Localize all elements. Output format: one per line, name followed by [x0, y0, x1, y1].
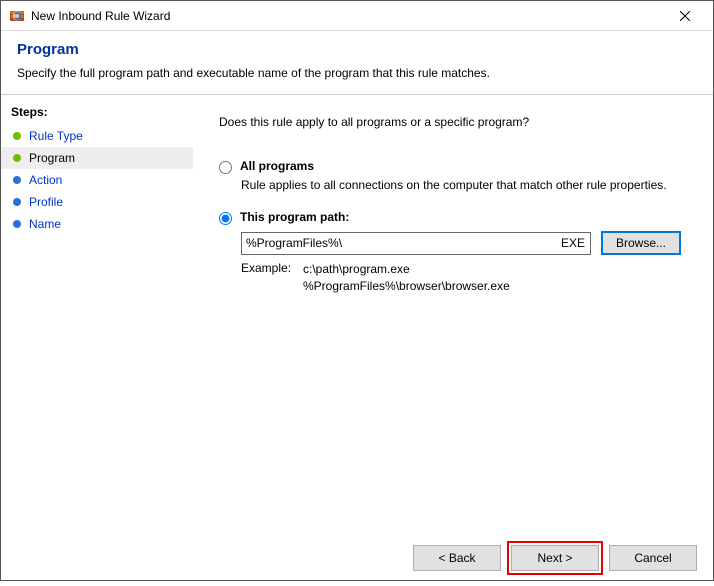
example-path-2: %ProgramFiles%\browser\browser.exe — [303, 278, 510, 295]
option-all-description: Rule applies to all connections on the c… — [241, 178, 695, 192]
page-title: Program — [17, 41, 697, 58]
option-program-path[interactable]: This program path: — [219, 210, 695, 225]
step-label: Name — [29, 217, 61, 231]
radio-label: All programs — [240, 159, 314, 173]
next-button[interactable]: Next > — [511, 545, 599, 571]
close-icon — [680, 11, 690, 21]
example-paths: c:\path\program.exe %ProgramFiles%\brows… — [303, 261, 510, 295]
program-path-row: EXE Browse... — [241, 231, 695, 255]
button-bar: < Back Next > Cancel — [1, 530, 713, 586]
step-label: Rule Type — [29, 129, 83, 143]
titlebar: New Inbound Rule Wizard — [1, 1, 713, 31]
step-profile[interactable]: Profile — [1, 191, 193, 213]
step-action[interactable]: Action — [1, 169, 193, 191]
step-name[interactable]: Name — [1, 213, 193, 235]
radio-all-programs[interactable] — [219, 161, 232, 174]
bullet-icon — [13, 220, 21, 228]
cancel-button[interactable]: Cancel — [609, 545, 697, 571]
wizard-header: Program Specify the full program path an… — [1, 31, 713, 95]
bullet-icon — [13, 154, 21, 162]
step-label: Action — [29, 173, 62, 187]
next-highlight: Next > — [507, 541, 603, 575]
bullet-icon — [13, 176, 21, 184]
step-rule-type[interactable]: Rule Type — [1, 125, 193, 147]
firewall-icon — [9, 8, 25, 24]
radio-program-path[interactable] — [219, 212, 232, 225]
back-button[interactable]: < Back — [413, 545, 501, 571]
window-title: New Inbound Rule Wizard — [31, 9, 665, 23]
close-button[interactable] — [665, 2, 705, 30]
step-label: Program — [29, 151, 75, 165]
option-all-programs[interactable]: All programs — [219, 159, 695, 174]
program-path-input[interactable] — [241, 232, 591, 255]
page-description: Specify the full program path and execut… — [17, 66, 697, 80]
wizard-body: Steps: Rule Type Program Action Profile … — [1, 95, 713, 530]
radio-label: This program path: — [240, 210, 349, 224]
step-program[interactable]: Program — [1, 147, 193, 169]
path-input-wrap: EXE — [241, 232, 591, 255]
example-path-1: c:\path\program.exe — [303, 261, 510, 278]
browse-button[interactable]: Browse... — [601, 231, 681, 255]
example-label: Example: — [241, 261, 303, 295]
example-row: Example: c:\path\program.exe %ProgramFil… — [241, 261, 695, 295]
step-label: Profile — [29, 195, 63, 209]
content-panel: Does this rule apply to all programs or … — [193, 95, 713, 530]
steps-heading: Steps: — [1, 103, 193, 125]
bullet-icon — [13, 198, 21, 206]
steps-panel: Steps: Rule Type Program Action Profile … — [1, 95, 193, 530]
question-text: Does this rule apply to all programs or … — [219, 115, 695, 129]
bullet-icon — [13, 132, 21, 140]
